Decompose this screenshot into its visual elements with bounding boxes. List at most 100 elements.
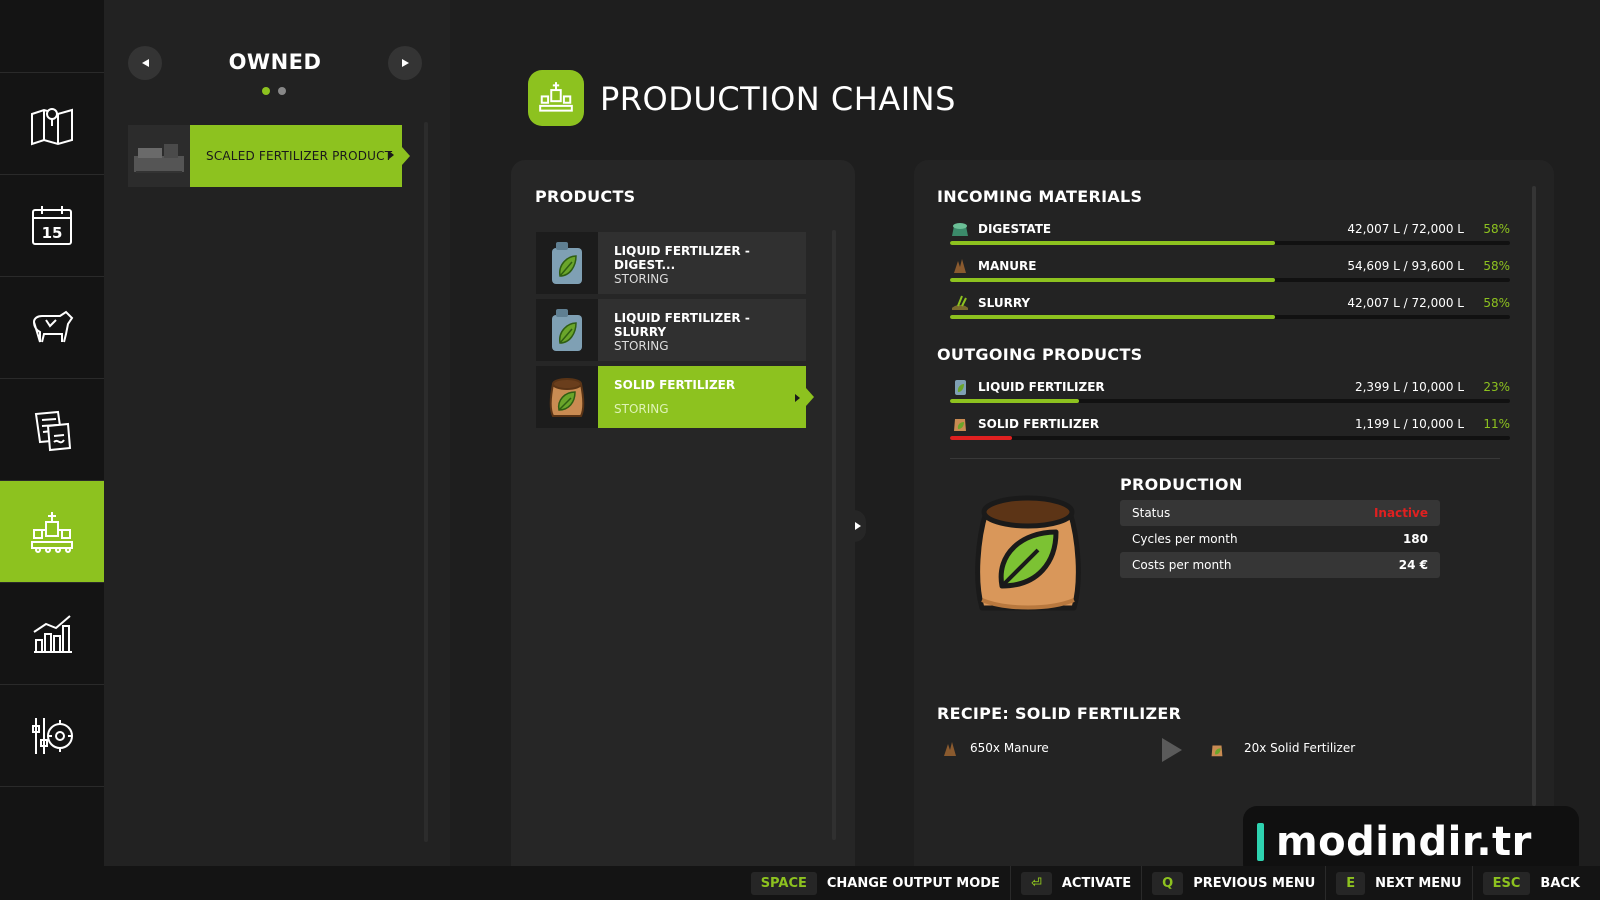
recipe-row: 650x Manure 20x Solid Fertilizer bbox=[940, 738, 1380, 762]
details-scrollbar[interactable] bbox=[1532, 186, 1536, 806]
main-sidebar: 15 bbox=[0, 0, 111, 866]
sidebar-item-calendar[interactable]: 15 bbox=[0, 174, 104, 276]
owned-item-label: SCALED FERTILIZER PRODUCT bbox=[190, 125, 410, 187]
key-esc: ESC bbox=[1482, 871, 1531, 895]
hint-label: ACTIVATE bbox=[1061, 875, 1132, 891]
product-info: LIQUID FERTILIZER - DIGEST... STORING bbox=[598, 232, 806, 294]
sidebar-item-contracts[interactable] bbox=[0, 378, 104, 480]
next-page-button[interactable] bbox=[388, 46, 422, 80]
calendar-day: 15 bbox=[42, 224, 63, 242]
recipe-input: 650x Manure bbox=[970, 741, 1049, 755]
liquid-fertilizer-icon bbox=[955, 380, 966, 395]
production-costs-value: 24 € bbox=[1398, 558, 1428, 572]
hint-label: CHANGE OUTPUT MODE bbox=[826, 875, 1000, 891]
page-dot-2[interactable] bbox=[278, 87, 286, 95]
solid-fertilizer-icon bbox=[954, 419, 966, 431]
production-stats-table: Status Inactive Cycles per month 180 Cos… bbox=[1120, 500, 1440, 578]
owned-scrollbar[interactable] bbox=[424, 122, 428, 842]
solid-fertilizer-sack-icon bbox=[975, 495, 1081, 611]
hint-label: NEXT MENU bbox=[1375, 875, 1462, 891]
watermark-bar bbox=[1257, 823, 1264, 861]
slurry-icon bbox=[952, 295, 968, 310]
page-title: PRODUCTION CHAINS bbox=[600, 80, 956, 118]
production-status-value: Inactive bbox=[1373, 506, 1428, 520]
product-name: LIQUID FERTILIZER bbox=[978, 380, 1105, 394]
owned-item-thumbnail bbox=[128, 125, 190, 187]
key-enter-icon: ⏎ bbox=[1020, 871, 1052, 895]
hint-label: PREVIOUS MENU bbox=[1193, 875, 1316, 891]
hint-label: BACK bbox=[1540, 875, 1580, 891]
production-status-label: Status bbox=[1132, 506, 1171, 520]
sidebar-item-production[interactable] bbox=[0, 480, 111, 582]
sidebar-item-statistics[interactable] bbox=[0, 582, 104, 684]
owned-item-fertilizer-production[interactable]: SCALED FERTILIZER PRODUCT bbox=[128, 125, 410, 187]
product-fill bbox=[950, 436, 1012, 440]
sidebar-item-settings[interactable] bbox=[0, 684, 104, 786]
sidebar-spacer bbox=[0, 786, 104, 866]
recipe-output: 20x Solid Fertilizer bbox=[1244, 741, 1356, 755]
map-icon bbox=[31, 107, 73, 145]
hint-back[interactable]: ESC BACK bbox=[1471, 866, 1590, 900]
product-info: LIQUID FERTILIZER - SLURRY STORING bbox=[598, 299, 806, 361]
calendar-icon: 15 bbox=[32, 205, 72, 245]
material-fill bbox=[950, 315, 1275, 319]
solid-fertilizer-icon bbox=[1211, 745, 1223, 757]
incoming-material-row: DIGESTATE 42,007 L / 72,000 L 58% bbox=[950, 220, 1510, 254]
sidebar-item-animals[interactable] bbox=[0, 276, 104, 378]
material-amount: 42,007 L / 72,000 L bbox=[1347, 296, 1464, 310]
product-item[interactable]: LIQUID FERTILIZER - SLURRY STORING bbox=[536, 299, 806, 361]
production-icon bbox=[539, 82, 573, 112]
hint-activate[interactable]: ⏎ ACTIVATE bbox=[1009, 866, 1141, 900]
sidebar-item-map[interactable] bbox=[0, 72, 104, 174]
arrow-right-icon bbox=[401, 59, 409, 67]
product-fill-bar bbox=[950, 399, 1510, 403]
previous-page-button[interactable] bbox=[128, 46, 162, 80]
material-percent: 58% bbox=[1483, 296, 1510, 310]
product-amount: 1,199 L / 10,000 L bbox=[1354, 417, 1464, 431]
product-fill-bar bbox=[950, 436, 1510, 440]
hint-next-menu[interactable]: E NEXT MENU bbox=[1325, 866, 1471, 900]
liquid-fertilizer-icon bbox=[552, 242, 582, 284]
key-q: Q bbox=[1152, 871, 1184, 895]
product-percent: 11% bbox=[1483, 417, 1510, 431]
product-thumbnail bbox=[536, 299, 598, 361]
page-dot-1[interactable] bbox=[262, 87, 270, 95]
products-scrollbar[interactable] bbox=[832, 230, 836, 840]
product-status: STORING bbox=[614, 272, 669, 286]
settings-icon bbox=[32, 717, 73, 754]
liquid-fertilizer-icon bbox=[552, 309, 582, 351]
expand-arrow-icon[interactable] bbox=[852, 510, 866, 542]
digestate-icon bbox=[952, 223, 968, 236]
product-name: SOLID FERTILIZER bbox=[978, 417, 1100, 431]
statistics-icon bbox=[33, 614, 72, 653]
material-percent: 58% bbox=[1483, 222, 1510, 236]
products-panel: PRODUCTS LIQUID FERTILIZER - DIGEST... S… bbox=[511, 160, 855, 866]
production-icon bbox=[31, 511, 73, 553]
outgoing-product-row: LIQUID FERTILIZER 2,399 L / 10,000 L 23% bbox=[950, 378, 1510, 412]
production-costs-row: Costs per month 24 € bbox=[1120, 552, 1440, 578]
production-cycles-label: Cycles per month bbox=[1132, 532, 1238, 546]
product-item-selected[interactable]: SOLID FERTILIZER STORING bbox=[536, 366, 814, 428]
product-fill bbox=[950, 399, 1079, 403]
product-name: LIQUID FERTILIZER - SLURRY bbox=[614, 311, 750, 339]
product-amount: 2,399 L / 10,000 L bbox=[1354, 380, 1464, 394]
hint-previous-menu[interactable]: Q PREVIOUS MENU bbox=[1141, 866, 1325, 900]
production-costs-label: Costs per month bbox=[1132, 558, 1232, 572]
material-name: DIGESTATE bbox=[978, 222, 1052, 236]
solid-fertilizer-image bbox=[966, 488, 1090, 618]
outgoing-product-row: SOLID FERTILIZER 1,199 L / 10,000 L 11% bbox=[950, 415, 1510, 449]
manure-icon bbox=[954, 259, 966, 273]
contracts-icon bbox=[34, 410, 72, 451]
hint-change-output-mode[interactable]: SPACE CHANGE OUTPUT MODE bbox=[741, 866, 1010, 900]
material-fill-bar bbox=[950, 315, 1510, 319]
production-title: PRODUCTION bbox=[1120, 475, 1243, 494]
input-hints-bar: SPACE CHANGE OUTPUT MODE ⏎ ACTIVATE Q PR… bbox=[0, 866, 1600, 900]
section-divider bbox=[950, 458, 1500, 459]
product-thumbnail bbox=[536, 232, 598, 294]
incoming-materials-title: INCOMING MATERIALS bbox=[937, 187, 1143, 206]
production-status-row: Status Inactive bbox=[1120, 500, 1440, 526]
production-chains-header-icon bbox=[528, 70, 584, 126]
production-cycles-value: 180 bbox=[1402, 532, 1428, 546]
arrow-left-icon bbox=[141, 59, 149, 67]
product-item[interactable]: LIQUID FERTILIZER - DIGEST... STORING bbox=[536, 232, 806, 294]
